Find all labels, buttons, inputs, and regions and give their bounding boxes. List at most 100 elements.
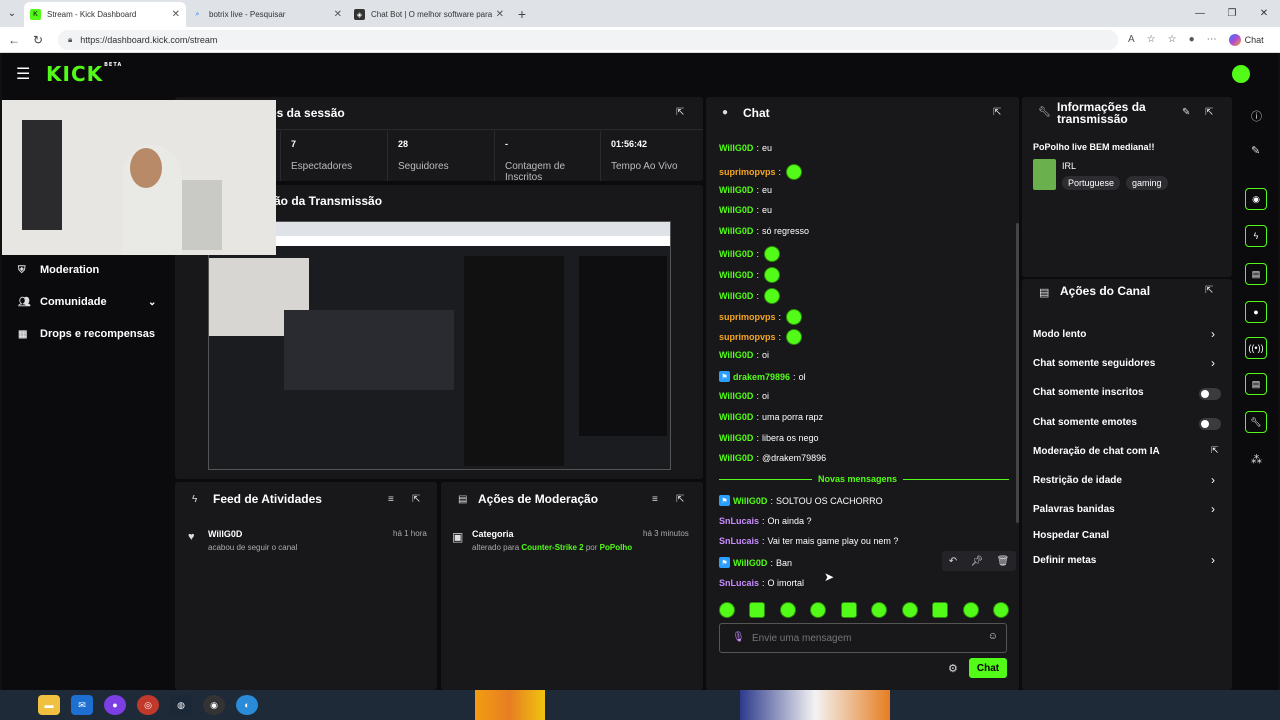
emote-picker-icon[interactable] <box>962 602 979 618</box>
edit-pencil-icon[interactable]: ✎ <box>1182 107 1190 118</box>
channel-row-goals[interactable]: Definir metas <box>1033 555 1096 566</box>
chat-username[interactable]: SnLucais <box>719 578 759 588</box>
pin-icon[interactable]: 📌︎ <box>970 556 983 567</box>
chat-username[interactable]: WillG0D <box>719 205 753 215</box>
apps-icon[interactable]: ⁂ <box>1251 453 1262 466</box>
chat-message[interactable]: suprimopvps: <box>719 164 803 180</box>
chat-app-icon[interactable]: ● <box>104 695 126 715</box>
emote-picker-icon[interactable] <box>749 602 766 618</box>
channel-row-age-restriction[interactable]: Restrição de idade <box>1033 475 1122 486</box>
emotes-only-toggle[interactable] <box>1199 418 1221 430</box>
filter-icon[interactable]: ≡ <box>652 494 658 505</box>
external-link-icon[interactable]: ⇱ <box>1211 445 1219 456</box>
channel-row-banned-words[interactable]: Palavras banidas <box>1033 504 1115 515</box>
chat-username[interactable]: WillG0D <box>719 270 753 280</box>
emote-picker-icon[interactable] <box>840 602 857 618</box>
new-tab-button[interactable]: + <box>510 6 534 22</box>
sidebar-item-drops[interactable]: ▦ Drops e recompensas <box>18 328 155 340</box>
collections-icon[interactable]: ☆ <box>1168 34 1177 45</box>
tab-list-button[interactable]: ⌄ <box>0 0 24 27</box>
chat-message[interactable]: WillG0D: eu <box>719 143 772 153</box>
emote-picker-icon[interactable] <box>719 602 735 618</box>
chat-message[interactable]: WillG0D: oi <box>719 391 769 401</box>
chat-message[interactable]: SnLucais: O imortal <box>719 578 804 588</box>
chat-message[interactable]: WillG0D: <box>719 246 780 262</box>
app-icon[interactable]: ◎ <box>137 695 159 715</box>
channel-row-host[interactable]: Hospedar Canal <box>1033 530 1109 541</box>
chat-username[interactable]: WillG0D <box>719 185 753 195</box>
chat-message[interactable]: WillG0D: uma porra rapz <box>719 412 823 422</box>
chat-message[interactable]: WillG0D: eu <box>719 205 772 215</box>
chat-message[interactable]: SnLucais: On ainda ? <box>719 516 812 526</box>
emote-picker-icon[interactable] <box>871 602 888 618</box>
close-window-icon[interactable]: ✕ <box>1248 0 1280 27</box>
emote-picker-icon[interactable] <box>901 602 918 618</box>
chat-username[interactable]: drakem79896 <box>733 372 790 382</box>
browser-tab-3[interactable]: ◈ Chat Bot | O melhor software para ✕ <box>348 2 510 27</box>
info-icon[interactable]: ⓘ <box>1251 108 1262 124</box>
rail-button-mod-actions[interactable]: ▤ <box>1245 263 1267 285</box>
rail-button-broadcast[interactable]: ((•)) <box>1245 337 1267 359</box>
undo-icon[interactable]: ↶ <box>949 556 957 567</box>
browser-tab-2[interactable]: ⌕ botrix live - Pesquisar ✕ <box>186 2 348 27</box>
close-icon[interactable]: ✕ <box>172 9 180 20</box>
close-icon[interactable]: ✕ <box>334 9 342 20</box>
popout-icon[interactable]: ⇱ <box>676 494 684 505</box>
activity-user[interactable]: WillG0D <box>208 529 242 539</box>
settings-gear-icon[interactable]: ⚙ <box>948 662 958 675</box>
chat-message[interactable]: ⚑ WillG0D: SOLTOU OS CACHORRO <box>719 495 883 506</box>
emote-picker-icon[interactable] <box>932 602 949 618</box>
back-icon[interactable]: ← <box>2 33 26 47</box>
channel-row-followers-only[interactable]: Chat somente seguidores <box>1033 358 1155 369</box>
edge-icon[interactable]: ◐ <box>236 695 258 715</box>
chat-username[interactable]: WillG0D <box>719 249 753 259</box>
emoji-icon[interactable]: ☺ <box>988 631 998 642</box>
popout-icon[interactable]: ⇱ <box>1205 285 1213 296</box>
channel-row-ai-moderation[interactable]: Moderação de chat com IA <box>1033 446 1160 457</box>
chat-username[interactable]: SnLucais <box>719 516 759 526</box>
chat-username[interactable]: WillG0D <box>719 143 753 153</box>
chat-username[interactable]: suprimopvps <box>719 332 776 342</box>
chat-message[interactable]: ⚑ drakem79896: ol <box>719 371 806 382</box>
chat-username[interactable]: WillG0D <box>719 433 753 443</box>
send-chat-button[interactable]: Chat <box>969 658 1007 678</box>
chat-message[interactable]: SnLucais: Vai ter mais game play ou nem ? <box>719 536 898 546</box>
read-aloud-icon[interactable]: A <box>1128 34 1135 45</box>
obs-icon[interactable]: ◉ <box>203 695 225 715</box>
popout-icon[interactable]: ⇱ <box>1205 107 1213 118</box>
chat-username[interactable]: WillG0D <box>719 350 753 360</box>
url-field[interactable]: 🔒︎ https://dashboard.kick.com/stream <box>58 29 1118 50</box>
emote-picker-icon[interactable] <box>992 602 1009 618</box>
favorite-icon[interactable]: ☆ <box>1147 34 1156 45</box>
stream-preview-video[interactable] <box>208 221 671 470</box>
chat-message[interactable]: WillG0D: <box>719 267 780 283</box>
minimize-icon[interactable]: — <box>1184 0 1216 27</box>
chat-message[interactable]: WillG0D: oi <box>719 350 769 360</box>
sidebar-item-moderation[interactable]: ⛨ Moderation <box>18 264 99 276</box>
close-icon[interactable]: ✕ <box>496 9 504 20</box>
rail-button-preview[interactable]: ◉ <box>1245 188 1267 210</box>
chat-message[interactable]: suprimopvps: <box>719 329 803 345</box>
chat-username[interactable]: WillG0D <box>733 496 767 506</box>
chevron-right-icon[interactable]: › <box>1211 502 1215 516</box>
popout-icon[interactable]: ⇱ <box>412 494 420 505</box>
kick-logo[interactable]: KICKBETA <box>46 62 122 86</box>
chevron-right-icon[interactable]: › <box>1211 327 1215 341</box>
trash-icon[interactable]: 🗑︎ <box>997 556 1010 567</box>
channel-row-slow-mode[interactable]: Modo lento <box>1033 329 1086 340</box>
chat-message[interactable]: WillG0D: só regresso <box>719 226 809 236</box>
chat-username[interactable]: WillG0D <box>719 291 753 301</box>
reload-icon[interactable]: ↻ <box>26 33 50 47</box>
chat-username[interactable]: SnLucais <box>719 536 759 546</box>
rail-button-channel[interactable]: ▤ <box>1245 373 1267 395</box>
emote-picker-icon[interactable] <box>810 602 827 618</box>
chat-scrollbar[interactable] <box>1016 223 1019 523</box>
edit-pencil-icon[interactable]: ✎ <box>1251 144 1260 157</box>
subscribers-only-toggle[interactable] <box>1199 388 1221 400</box>
chat-message[interactable]: WillG0D: libera os nego <box>719 433 819 443</box>
outlook-icon[interactable]: ✉ <box>71 695 93 715</box>
rail-button-activity[interactable]: ϟ <box>1245 225 1267 247</box>
chat-username[interactable]: WillG0D <box>719 453 753 463</box>
chat-message-input[interactable] <box>752 630 972 646</box>
chat-username[interactable]: WillG0D <box>733 558 767 568</box>
